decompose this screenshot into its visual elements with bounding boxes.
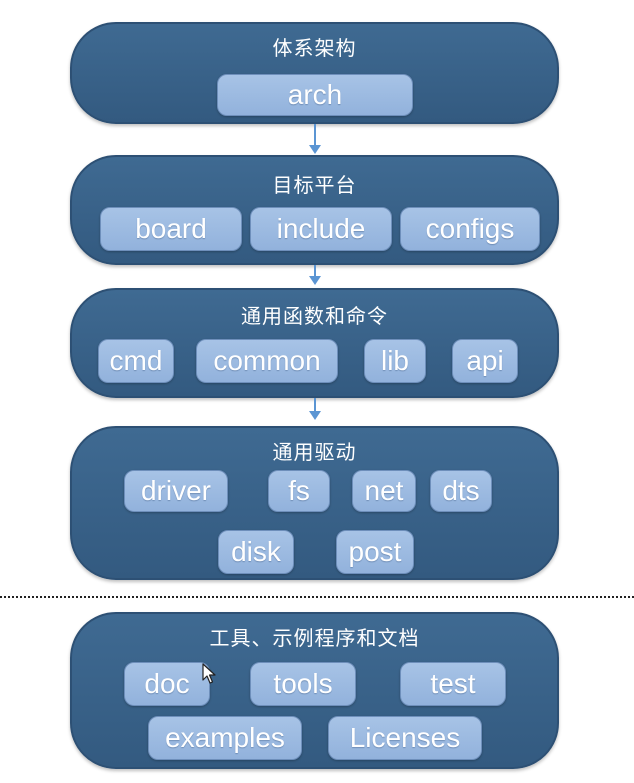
layer-common-drivers: 通用驱动 driver fs net dts disk post [70,426,559,580]
module-cmd[interactable]: cmd [98,339,174,383]
module-arch[interactable]: arch [217,74,413,116]
connector-arrow-3 [309,411,321,420]
module-common[interactable]: common [196,339,338,383]
layer-common-functions: 通用函数和命令 cmd common lib api [70,288,559,398]
module-doc[interactable]: doc [124,662,210,706]
layer-title-common-functions: 通用函数和命令 [241,304,388,328]
layer-title-architecture: 体系架构 [272,36,357,60]
module-licenses[interactable]: Licenses [328,716,482,760]
module-api[interactable]: api [452,339,518,383]
module-examples[interactable]: examples [148,716,302,760]
module-lib[interactable]: lib [364,339,426,383]
module-configs[interactable]: configs [400,207,540,251]
connector-line-3 [314,398,316,412]
module-dts[interactable]: dts [430,470,492,512]
module-include[interactable]: include [250,207,392,251]
layer-tools-examples-docs: 工具、示例程序和文档 doc tools test examples Licen… [70,612,559,769]
layer-title-common-drivers: 通用驱动 [272,440,357,464]
module-driver[interactable]: driver [124,470,228,512]
connector-arrow-1 [309,145,321,154]
connector-line-1 [314,124,316,146]
layer-architecture: 体系架构 arch [70,22,559,124]
module-net[interactable]: net [352,470,416,512]
module-tools[interactable]: tools [250,662,356,706]
mouse-cursor-icon [202,663,216,684]
uboot-architecture-diagram: 体系架构 arch 目标平台 board include configs 通用函… [0,0,634,783]
layer-title-tools-examples-docs: 工具、示例程序和文档 [209,626,420,650]
module-post[interactable]: post [336,530,414,574]
module-board[interactable]: board [100,207,242,251]
module-test[interactable]: test [400,662,506,706]
section-divider [0,596,634,598]
layer-target-platform: 目标平台 board include configs [70,155,559,265]
module-disk[interactable]: disk [218,530,294,574]
connector-arrow-2 [309,276,321,285]
layer-title-target-platform: 目标平台 [272,173,357,197]
module-fs[interactable]: fs [268,470,330,512]
